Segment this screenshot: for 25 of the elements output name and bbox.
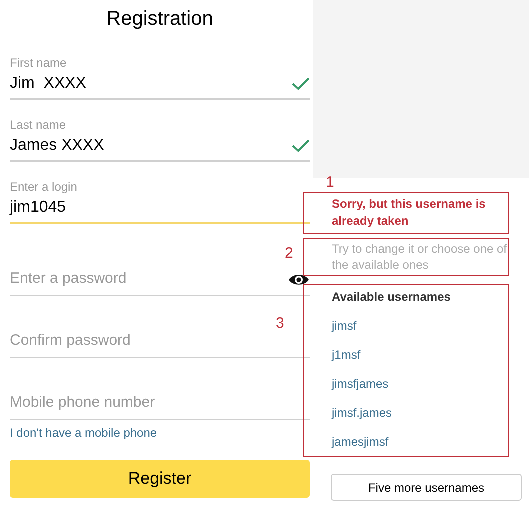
available-heading: Available usernames xyxy=(332,289,452,306)
form-title: Registration xyxy=(106,7,214,32)
checkmark-icon xyxy=(292,139,310,153)
field-label: Last name xyxy=(10,117,68,132)
username-link[interactable]: j1msf xyxy=(332,345,361,365)
more-usernames-button[interactable]: Five more usernames xyxy=(331,474,522,501)
username-link[interactable]: jimsf xyxy=(332,316,357,336)
annotation-number: 1 xyxy=(326,173,334,193)
field-label: Enter a login xyxy=(10,179,78,194)
text-field[interactable]: James XXXX xyxy=(10,132,310,162)
text-field[interactable]: Enter a password xyxy=(10,264,310,296)
annotation-number: 2 xyxy=(285,244,294,264)
no-phone-link[interactable]: I don't have a mobile phone xyxy=(10,424,310,442)
text-field[interactable]: jim1045 xyxy=(10,194,310,224)
checkmark-icon xyxy=(292,77,310,91)
username-link[interactable]: jamesjimsf xyxy=(332,432,389,452)
eye-icon[interactable] xyxy=(288,272,310,286)
username-link[interactable]: jimsfjames xyxy=(332,374,389,394)
text-field[interactable]: Mobile phone number xyxy=(10,388,310,420)
hint-text: Try to change it or choose one of the available ones xyxy=(332,241,508,273)
register-button[interactable]: Register xyxy=(10,460,310,498)
text-field[interactable]: Jim XXXX xyxy=(10,70,310,100)
error-message: Sorry, but this username is already taken xyxy=(332,196,487,230)
field-label: First name xyxy=(10,55,68,70)
username-link[interactable]: jimsf.james xyxy=(332,403,392,423)
